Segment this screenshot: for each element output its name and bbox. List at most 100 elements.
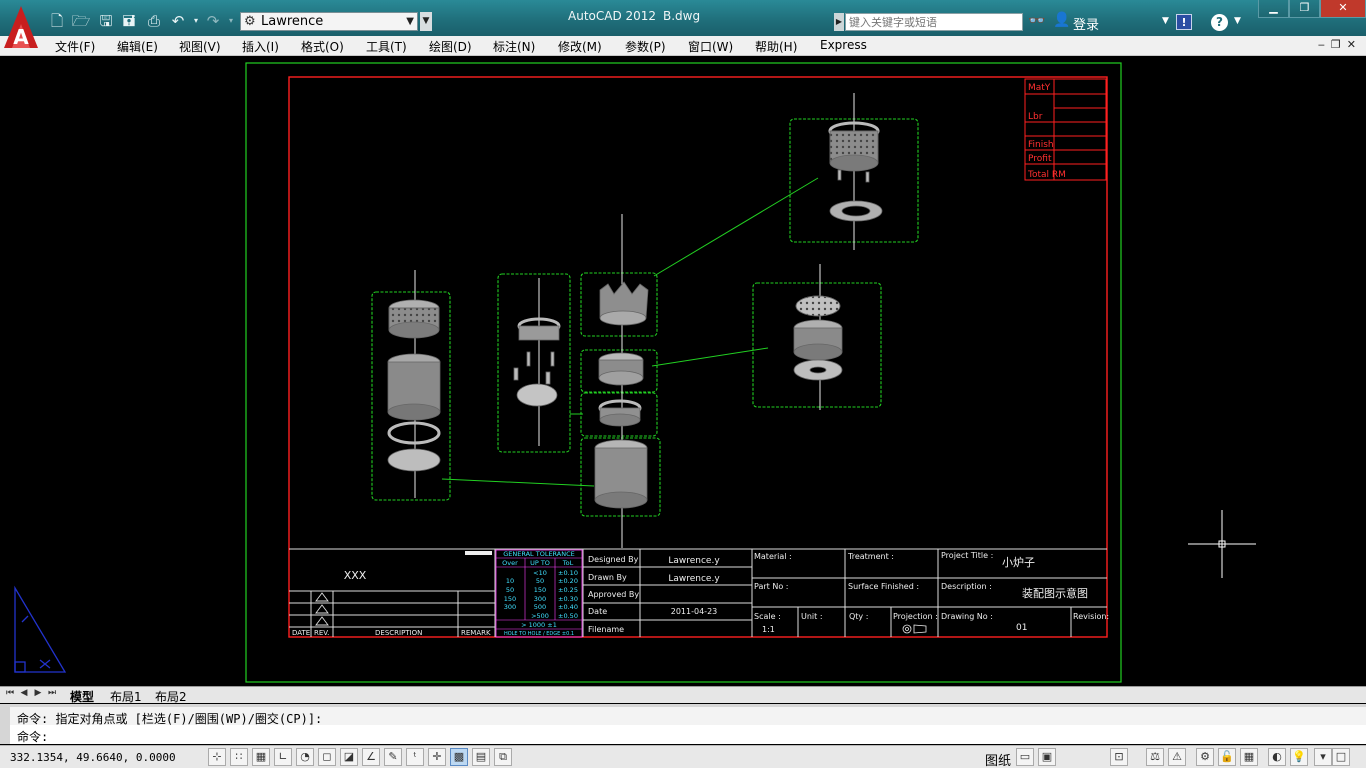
object-snap-icon[interactable]: ◻ [318,748,336,766]
menu-tools[interactable]: 工具(T) [366,38,407,55]
search-input[interactable] [845,13,1023,31]
autocad-logo-icon[interactable]: A [2,4,40,50]
redo-icon[interactable]: ↷ [203,11,223,31]
tol-cell: 10 [506,577,514,585]
tol-cell: 150 [504,595,516,603]
transparency-icon[interactable]: ▩ [450,748,468,766]
tol-cell: ±0.50 [558,612,578,620]
crosshair-cursor-icon [1188,510,1256,578]
command-window[interactable]: 命令: 指定对角点或 [栏选(F)/圈围(WP)/圈交(CP)]: 命令: [0,704,1366,744]
undo-icon[interactable]: ↶ [168,11,188,31]
quick-view-layouts-icon[interactable]: ▭ [1016,748,1034,766]
lock-ui-icon[interactable]: 🔓 [1218,748,1236,766]
layout-tab-bar: ⏮ ◀ ▶ ⏭ 模型 布局1 布局2 [0,686,1366,707]
ortho-mode-icon[interactable]: ∟ [274,748,292,766]
menu-edit[interactable]: 编辑(E) [117,38,158,55]
tol-cell: 50 [536,577,544,585]
binoculars-icon[interactable]: 👓 [1028,13,1045,29]
help-dropdown-icon[interactable]: ▼ [1234,16,1241,26]
exchange-icon[interactable]: ! [1176,14,1192,30]
annotation-visibility-icon[interactable]: ⚠ [1168,748,1186,766]
save-icon[interactable]: 🖫 [96,11,116,31]
projection-label: Projection : [893,612,938,621]
revision-label: Revision: [1073,612,1109,621]
cursor-coordinates[interactable]: 332.1354, 49.6640, 0.0000 [10,751,176,764]
dynamic-input-icon[interactable]: ᵗ [406,748,424,766]
menu-parametric[interactable]: 参数(P) [625,38,666,55]
menu-view[interactable]: 视图(V) [179,38,221,55]
scale-label: Scale : [754,612,781,621]
menu-modify[interactable]: 修改(M) [558,38,602,55]
command-prompt[interactable]: 命令: [17,728,48,745]
first-tab-icon[interactable]: ⏮ [5,688,15,698]
menu-draw[interactable]: 绘图(D) [429,38,472,55]
lightbulb-icon[interactable]: 💡 [1290,748,1308,766]
quick-access-menu-button[interactable]: ▼ [420,12,432,31]
date-value: 2011-04-23 [671,607,718,616]
last-tab-icon[interactable]: ⏭ [47,688,57,698]
restore-button[interactable]: ❐ [1289,0,1320,18]
new-file-icon[interactable]: 🗋 [47,11,67,31]
redo-dropdown-icon[interactable]: ▾ [221,11,241,31]
project-title-value: 小炉子 [1002,556,1035,569]
tol-cell: ±0.20 [558,577,578,585]
exploded-ring-parts [513,317,561,407]
help-icon[interactable]: ? [1211,14,1228,31]
unit-label: Unit : [801,612,823,621]
save-as-icon[interactable]: 🖬 [119,11,139,31]
scale-value: 1:1 [762,625,775,634]
workspace-name: Lawrence [261,14,324,29]
search-expand-icon[interactable]: ▶ [834,13,844,31]
document-window-controls[interactable]: ‒❐✕ [1318,38,1362,51]
workspace-switching-icon[interactable]: ⚙ [1196,748,1214,766]
polar-tracking-icon[interactable]: ◔ [296,748,314,766]
lineweight-icon[interactable]: ✛ [428,748,446,766]
menu-insert[interactable]: 插入(I) [242,38,279,55]
menu-format[interactable]: 格式(O) [301,38,344,55]
menu-window[interactable]: 窗口(W) [688,38,733,55]
app-title: AutoCAD 2012 [568,9,657,23]
close-button[interactable]: ✕ [1320,0,1366,18]
open-file-icon[interactable]: 🗁 [71,11,91,31]
cylinder-part [594,439,648,509]
hardware-acceleration-icon[interactable]: ▦ [1240,748,1258,766]
status-menu-icon[interactable]: ▾ [1314,748,1332,766]
annotation-scale-icon[interactable]: ⚖ [1146,748,1164,766]
login-link[interactable]: 登录 [1073,14,1099,33]
paper-space-label[interactable]: 图纸 [985,750,1011,768]
menu-express[interactable]: Express [820,38,867,52]
status-bar: 332.1354, 49.6640, 0.0000 ⊹ ∷ ▦ ∟ ◔ ◻ ◪ … [0,745,1366,768]
infer-constraints-icon[interactable]: ⊹ [208,748,226,766]
grid-display-icon[interactable]: ▦ [252,748,270,766]
viewport-exploded-ring[interactable] [497,273,571,453]
maximize-viewport-icon[interactable]: ⊡ [1110,748,1128,766]
quick-view-drawings-icon[interactable]: ▣ [1038,748,1056,766]
minimize-button[interactable]: ▁ [1258,0,1289,18]
drawing-canvas[interactable]: MatY Lbr Finish Profit Total RM XXX DATE… [2,57,1364,685]
selection-cycling-icon[interactable]: ⧉ [494,748,512,766]
cost-table: MatY Lbr Finish Profit Total RM [1024,78,1107,181]
dynamic-ucs-icon[interactable]: ✎ [384,748,402,766]
tol-cell: 300 [504,603,516,611]
snap-mode-icon[interactable]: ∷ [230,748,248,766]
command-window-grip[interactable] [0,707,10,744]
menu-help[interactable]: 帮助(H) [755,38,797,55]
print-icon[interactable]: ⎙ [144,11,164,31]
prev-tab-icon[interactable]: ◀ [19,688,29,698]
rev-header-remark: REMARK [461,629,491,637]
surface-finished-label: Surface Finished : [848,582,919,591]
login-dropdown-icon[interactable]: ▼ [1162,16,1169,26]
quick-properties-icon[interactable]: ▤ [472,748,490,766]
isolate-objects-icon[interactable]: ◐ [1268,748,1286,766]
menu-dimension[interactable]: 标注(N) [493,38,535,55]
drawing-no-value: 01 [1016,623,1027,633]
3d-object-snap-icon[interactable]: ◪ [340,748,358,766]
tab-layout2[interactable]: 布局2 [155,688,187,705]
next-tab-icon[interactable]: ▶ [33,688,43,698]
user-icon[interactable]: 👤 [1053,12,1070,28]
object-snap-tracking-icon[interactable]: ∠ [362,748,380,766]
tab-layout1[interactable]: 布局1 [110,688,142,705]
workspace-select[interactable]: ⚙ Lawrence ▼ [240,12,418,31]
menu-file[interactable]: 文件(F) [55,38,95,55]
clean-screen-icon[interactable]: □ [1332,748,1350,766]
